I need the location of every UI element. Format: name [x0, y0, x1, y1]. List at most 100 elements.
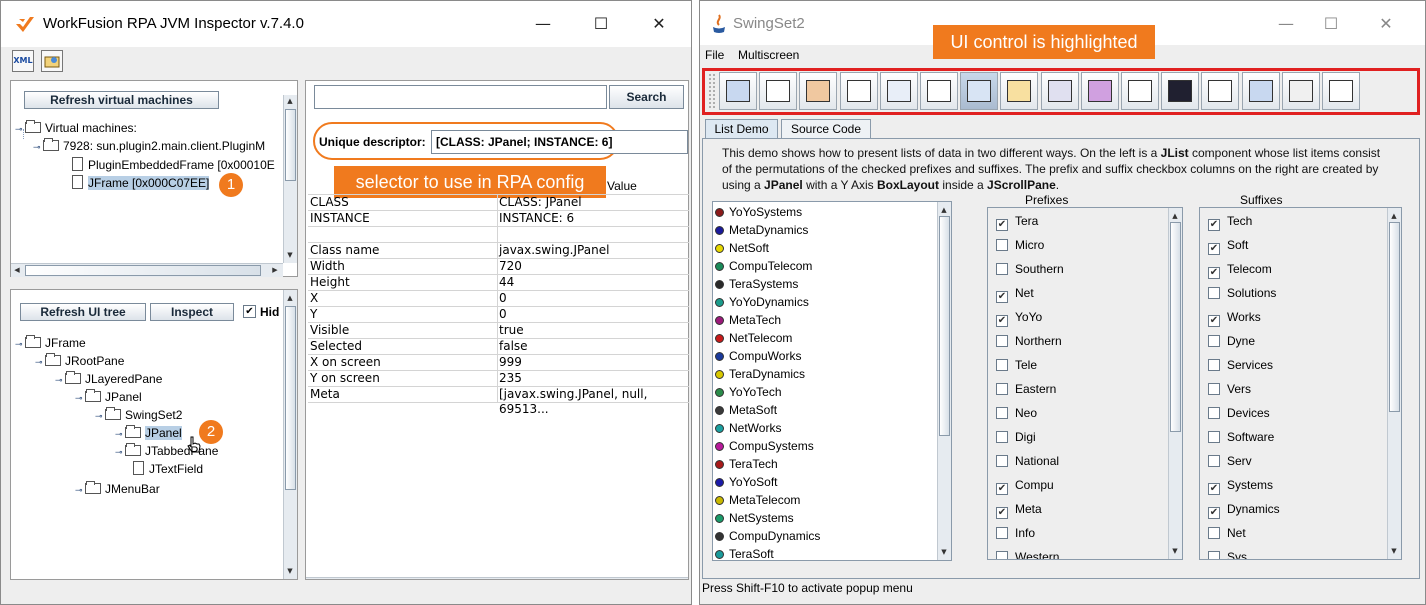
- menu-file[interactable]: File: [705, 48, 724, 62]
- scroll-thumb[interactable]: [939, 216, 950, 436]
- list-item[interactable]: TeraSystems: [715, 275, 798, 293]
- scroll-up-icon[interactable]: ▲: [284, 292, 296, 304]
- ui-node-jtabbedpane[interactable]: ⊸ JTabbedPane: [115, 442, 218, 460]
- hide-checkbox[interactable]: ✔: [243, 305, 256, 318]
- suffixes-scroll-pane[interactable]: ✔ Tech ✔ Soft ✔ Telecom Solutions ✔ Works Dyne Ser…: [1199, 207, 1402, 560]
- tree-toggle-icon[interactable]: ⊸: [15, 120, 25, 138]
- checkbox-row[interactable]: Micro: [996, 233, 1044, 257]
- checkbox[interactable]: [1208, 359, 1220, 371]
- checkbox-row[interactable]: ✔ Dynamics: [1208, 497, 1280, 521]
- checkbox-row[interactable]: Devices: [1208, 401, 1270, 425]
- checkbox[interactable]: ✔: [996, 483, 1008, 495]
- tree-node-jvm-process[interactable]: ⊸ 7928: sun.plugin2.main.client.PluginM: [33, 137, 265, 155]
- tree-toggle-icon[interactable]: ⊸: [115, 425, 125, 443]
- checkbox[interactable]: [996, 263, 1008, 275]
- property-row[interactable]: Width 720: [308, 259, 689, 275]
- checkbox-row[interactable]: Northern: [996, 329, 1062, 353]
- checkbox[interactable]: ✔: [996, 507, 1008, 519]
- xml-icon[interactable]: XML: [12, 50, 34, 72]
- property-row[interactable]: INSTANCE INSTANCE: 6: [308, 211, 689, 227]
- tree-toggle-icon[interactable]: ⊸: [33, 138, 43, 156]
- checkbox[interactable]: [996, 431, 1008, 443]
- list-item[interactable]: MetaTech: [715, 311, 781, 329]
- checkbox[interactable]: [1208, 335, 1220, 347]
- checkbox-row[interactable]: ✔ Tech: [1208, 209, 1252, 233]
- open-folder-icon[interactable]: [41, 50, 63, 72]
- checkbox[interactable]: [996, 239, 1008, 251]
- toolbar-button[interactable]: [1201, 72, 1240, 110]
- checkbox[interactable]: ✔: [1208, 267, 1220, 279]
- scroll-down-icon[interactable]: ▼: [938, 546, 950, 558]
- checkbox-row[interactable]: Neo: [996, 401, 1037, 425]
- scroll-thumb[interactable]: [285, 109, 296, 181]
- toolbar-button[interactable]: [1080, 72, 1119, 110]
- maximize-button[interactable]: ☐: [1316, 9, 1346, 39]
- scroll-down-icon[interactable]: ▼: [284, 565, 296, 577]
- checkbox-row[interactable]: Western: [996, 545, 1059, 559]
- vm-vertical-scrollbar[interactable]: ▲ ▼: [283, 95, 297, 263]
- checkbox[interactable]: ✔: [996, 291, 1008, 303]
- list-item[interactable]: YoYoSystems: [715, 203, 802, 221]
- maximize-button[interactable]: ☐: [586, 9, 616, 39]
- checkbox[interactable]: [996, 359, 1008, 371]
- property-row[interactable]: Y0: [308, 307, 689, 323]
- list-item[interactable]: CompuTelecom: [715, 257, 812, 275]
- toolbar-button[interactable]: [1161, 72, 1200, 110]
- checkbox[interactable]: [1208, 551, 1220, 559]
- minimize-button[interactable]: —: [528, 9, 558, 39]
- toolbar-button[interactable]: [839, 72, 878, 110]
- checkbox-row[interactable]: Southern: [996, 257, 1064, 281]
- property-row[interactable]: [308, 227, 689, 243]
- checkbox[interactable]: [1208, 407, 1220, 419]
- checkbox-row[interactable]: Tele: [996, 353, 1037, 377]
- list-vertical-scrollbar[interactable]: ▲ ▼: [937, 202, 951, 560]
- ui-node-jlayeredpane[interactable]: ⊸ JLayeredPane: [55, 370, 162, 388]
- checkbox[interactable]: [1208, 287, 1220, 299]
- checkbox-row[interactable]: Services: [1208, 353, 1273, 377]
- tab-source-code[interactable]: Source Code: [781, 119, 871, 138]
- property-row[interactable]: Meta [javax.swing.JPanel, null, 69513...: [308, 387, 689, 416]
- tree-toggle-icon[interactable]: ⊸: [75, 481, 85, 499]
- toolbar-button[interactable]: [879, 72, 918, 110]
- scroll-thumb[interactable]: [1389, 222, 1400, 412]
- property-row[interactable]: Selected false: [308, 339, 689, 355]
- property-row[interactable]: Visible true: [308, 323, 689, 339]
- checkbox[interactable]: ✔: [1208, 507, 1220, 519]
- scroll-thumb[interactable]: [285, 306, 296, 490]
- toolbar-button[interactable]: [719, 72, 757, 110]
- list-item[interactable]: CompuWorks: [715, 347, 801, 365]
- ui-node-jpanel-selected[interactable]: ⊸ JPanel: [115, 424, 182, 442]
- toolbar-button[interactable]: [759, 72, 798, 110]
- checkbox-row[interactable]: Digi: [996, 425, 1036, 449]
- checkbox[interactable]: [1208, 527, 1220, 539]
- permutations-list[interactable]: YoYoSystems MetaDynamics NetSoft CompuTelec…: [712, 201, 952, 561]
- list-item[interactable]: YoYoDynamics: [715, 293, 809, 311]
- ui-node-jpanel[interactable]: ⊸ JPanel: [75, 388, 142, 406]
- checkbox-row[interactable]: Solutions: [1208, 281, 1276, 305]
- checkbox[interactable]: [996, 527, 1008, 539]
- scroll-down-icon[interactable]: ▼: [1169, 545, 1181, 557]
- suffixes-vertical-scrollbar[interactable]: ▲ ▼: [1387, 208, 1401, 559]
- inspect-button[interactable]: Inspect: [150, 303, 234, 321]
- checkbox-row[interactable]: Eastern: [996, 377, 1056, 401]
- checkbox-row[interactable]: ✔ Works: [1208, 305, 1261, 329]
- checkbox-row[interactable]: Info: [996, 521, 1035, 545]
- ui-node-jmenubar[interactable]: ⊸ JMenuBar: [75, 480, 160, 498]
- scroll-up-icon[interactable]: ▲: [1169, 210, 1181, 222]
- list-item[interactable]: NetSoft: [715, 239, 769, 257]
- list-item[interactable]: TeraDynamics: [715, 365, 805, 383]
- scroll-thumb[interactable]: [1170, 222, 1181, 432]
- checkbox-row[interactable]: Dyne: [1208, 329, 1255, 353]
- toolbar-grip[interactable]: [708, 73, 716, 109]
- tree-node-virtual-machines[interactable]: ⊸ Virtual machines:: [15, 119, 137, 137]
- toolbar-button[interactable]: [1281, 72, 1320, 110]
- checkbox-row[interactable]: National: [996, 449, 1059, 473]
- checkbox[interactable]: ✔: [1208, 243, 1220, 255]
- checkbox[interactable]: ✔: [1208, 483, 1220, 495]
- property-row[interactable]: Height 44: [308, 275, 689, 291]
- property-row[interactable]: Y on screen 235: [308, 371, 689, 387]
- scroll-down-icon[interactable]: ▼: [284, 249, 296, 261]
- list-item[interactable]: NetTelecom: [715, 329, 792, 347]
- scroll-up-icon[interactable]: ▲: [284, 95, 296, 107]
- list-item[interactable]: CompuSystems: [715, 437, 814, 455]
